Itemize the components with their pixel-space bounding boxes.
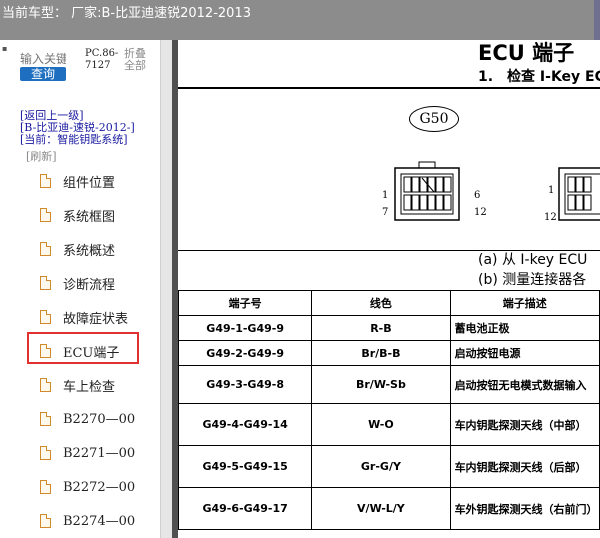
sidebar-item-label: 组件位置 [63, 175, 116, 191]
document-icon [40, 480, 51, 494]
column-header: 端子描述 [449, 290, 600, 316]
table-header-row: 端子号 线色 端子描述 [178, 290, 600, 316]
wire-color-cell: R-B [311, 315, 451, 341]
wire-color-cell: Br/W-Sb [311, 365, 451, 404]
sidebar-item-b2270[interactable]: B2270—00 [34, 402, 152, 436]
sidebar-item-label: 诊断流程 [63, 277, 116, 293]
terminal-cell: G49-3-G49-8 [178, 365, 313, 404]
wire-color-cell: V/W-L/Y [311, 487, 451, 530]
collapse-all-link[interactable]: 折叠全部 [124, 48, 156, 72]
table-row: G49-6-G49-17 V/W-L/Y 车外钥匙探测天线（右前门） [178, 487, 600, 530]
sidebar-marker: ▪ [2, 44, 8, 53]
terminal-cell: G49-6-G49-17 [178, 487, 313, 530]
sidebar-item-label: 车上检查 [63, 379, 116, 395]
document-icon [40, 174, 51, 188]
breadcrumb: [返回上一级] [B-比亚迪-速锐-2012-] [当前：智能钥匙系统] [20, 110, 150, 146]
sidebar-item-symptom-table[interactable]: 故障症状表 [34, 300, 152, 334]
pin-number: 12 [474, 207, 487, 218]
sidebar-item-b2274[interactable]: B2274—00 [34, 504, 152, 538]
sidebar-item-system-diagram[interactable]: 系统框图 [34, 198, 152, 232]
pc-code: PC.86- 7127 [85, 48, 119, 71]
wire-color-cell: Br/B-B [311, 340, 451, 366]
pin-number: 6 [474, 190, 481, 201]
pin-number: 1 [548, 185, 555, 196]
description-cell: 车内钥匙探测天线（后部） [449, 445, 600, 488]
sidebar-item-diagnostic-flow[interactable]: 诊断流程 [34, 266, 152, 300]
sidebar-item-b2271[interactable]: B2271—00 [34, 436, 152, 470]
connector-a-diagram [394, 161, 460, 221]
pin-number: 1 [382, 190, 389, 201]
refresh-link[interactable]: [刷新] [26, 148, 57, 164]
current-location: [当前：智能钥匙系统] [20, 133, 128, 146]
table-row: G49-1-G49-9 R-B 蓄电池正极 [178, 315, 600, 341]
connector-label: G50 [409, 106, 459, 132]
selection-highlight [27, 332, 139, 364]
sidebar-item-label: B2270—00 [63, 411, 136, 427]
document-icon [40, 514, 51, 528]
caption-a: (a) 从 I-key ECU [478, 252, 588, 268]
caption-b: (b) 测量连接器各 [478, 272, 587, 288]
document-icon [40, 310, 51, 324]
column-header: 端子号 [178, 290, 313, 316]
search-button[interactable]: 查询 [20, 67, 66, 81]
terminal-cell: G49-5-G49-15 [178, 445, 313, 488]
table-row: G49-3-G49-8 Br/W-Sb 启动按钮无电模式数据输入 [178, 365, 600, 404]
document-icon [40, 276, 51, 290]
description-cell: 启动按钮无电模式数据输入 [449, 365, 600, 404]
terminal-cell: G49-4-G49-14 [178, 403, 313, 446]
sidebar-item-label: B2274—00 [63, 513, 136, 529]
window-edge [594, 0, 600, 40]
sidebar-item-label: B2272—00 [63, 479, 136, 495]
document-icon [40, 412, 51, 426]
connector-b-diagram [558, 167, 600, 221]
document-viewer: ECU 端子 1. 检查 I-Key EC G50 1 7 6 12 1 12 … [178, 40, 600, 538]
terminal-table: 端子号 线色 端子描述 G49-1-G49-9 R-B 蓄电池正极 G49-2-… [178, 290, 600, 530]
description-cell: 车外钥匙探测天线（右前门） [449, 487, 600, 530]
doc-title: ECU 端子 [478, 41, 575, 65]
sidebar-item-label: 系统概述 [63, 243, 116, 259]
sidebar-item-system-overview[interactable]: 系统概述 [34, 232, 152, 266]
table-row: G49-5-G49-15 Gr-G/Y 车内钥匙探测天线（后部） [178, 445, 600, 488]
column-header: 线色 [311, 290, 451, 316]
wire-color-cell: W-O [311, 403, 451, 446]
sidebar-item-on-vehicle-check[interactable]: 车上检查 [34, 368, 152, 402]
top-bar: 当前车型： 厂家:B-比亚迪速锐2012-2013 [0, 0, 600, 40]
wire-color-cell: Gr-G/Y [311, 445, 451, 488]
sidebar-item-label: B2271—00 [63, 445, 136, 461]
pin-number: 7 [382, 207, 389, 218]
description-cell: 启动按钮电源 [449, 340, 600, 366]
terminal-cell: G49-1-G49-9 [178, 315, 313, 341]
header-rule [178, 87, 600, 89]
sidebar-item-b2272[interactable]: B2272—00 [34, 470, 152, 504]
document-icon [40, 378, 51, 392]
search-input[interactable] [20, 52, 66, 66]
sidebar-item-component-location[interactable]: 组件位置 [34, 164, 152, 198]
sidebar: ▪ 查询 PC.86- 7127 折叠全部 [返回上一级] [B-比亚迪-速锐-… [0, 40, 160, 538]
table-row: G49-4-G49-14 W-O 车内钥匙探测天线（中部） [178, 403, 600, 446]
description-cell: 车内钥匙探测天线（中部） [449, 403, 600, 446]
document-icon [40, 242, 51, 256]
document-icon [40, 208, 51, 222]
table-row: G49-2-G49-9 Br/B-B 启动按钮电源 [178, 340, 600, 366]
sidebar-item-label: 系统框图 [63, 209, 116, 225]
vehicle-title: 当前车型： 厂家:B-比亚迪速锐2012-2013 [2, 6, 251, 21]
terminal-cell: G49-2-G49-9 [178, 340, 313, 366]
sidebar-item-label: 故障症状表 [63, 311, 129, 327]
document-icon [40, 446, 51, 460]
pin-number: 12 [544, 212, 557, 223]
description-cell: 蓄电池正极 [449, 315, 600, 341]
doc-subtitle: 1. 检查 I-Key EC [478, 69, 600, 85]
